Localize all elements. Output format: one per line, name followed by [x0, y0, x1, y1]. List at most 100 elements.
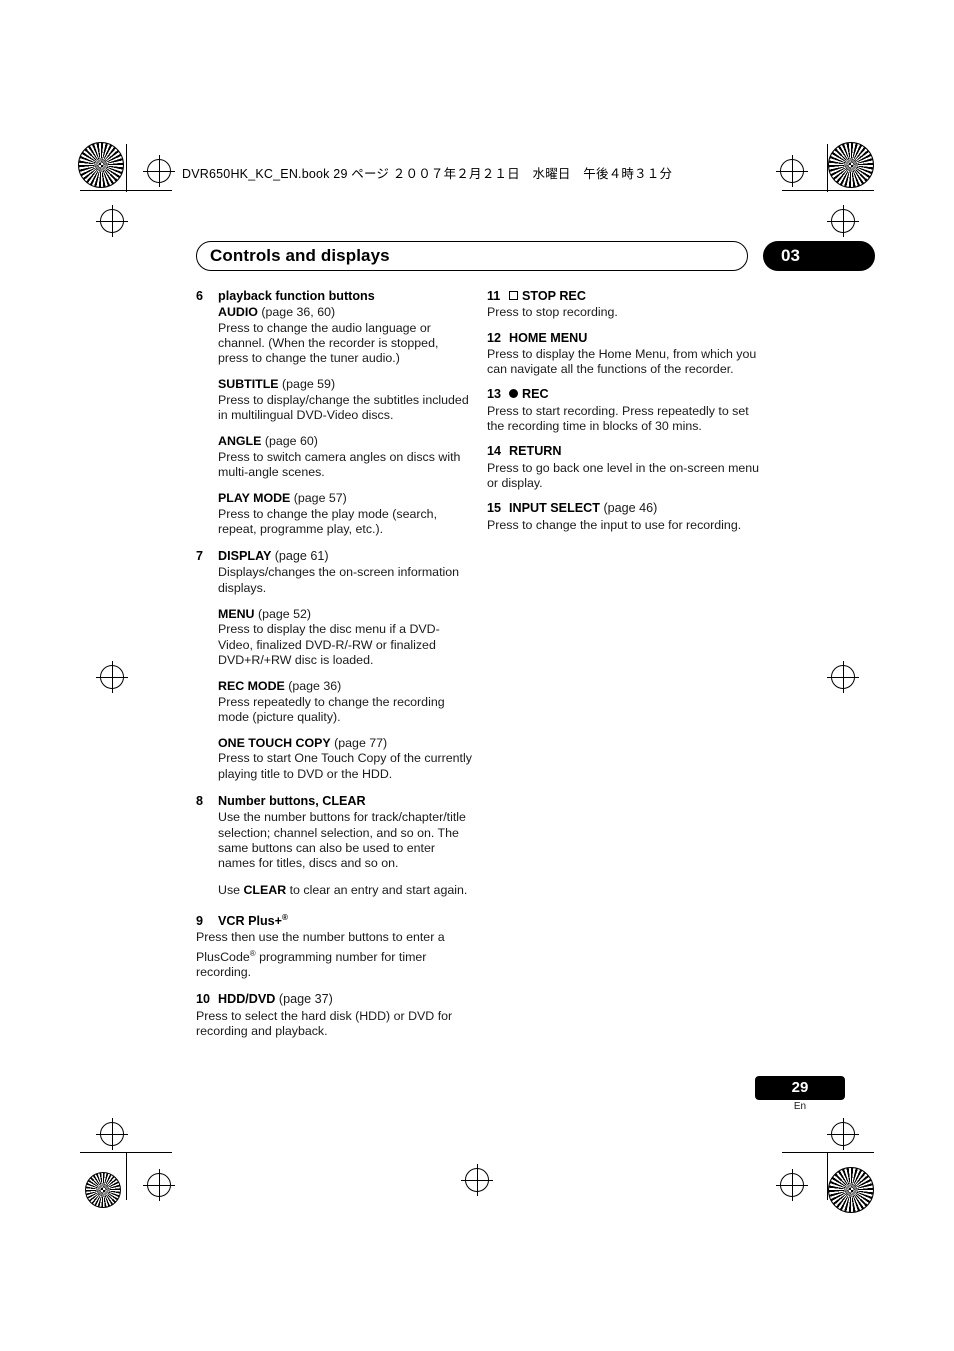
page-language-label: En — [793, 1101, 807, 1112]
entry-11-title: STOP REC — [522, 289, 586, 303]
crop-mark-bottom-left-horizontal — [80, 1152, 172, 1153]
subentry-subtitle-heading: SUBTITLE (page 59) — [218, 377, 472, 392]
chapter-number-badge: 03 — [763, 241, 875, 271]
subentry-play-mode-label: PLAY MODE — [218, 491, 291, 506]
registration-mark-mid-left — [96, 661, 128, 693]
entry-8-title: Number buttons, CLEAR — [218, 794, 366, 809]
entry-9-text: Press then use the number buttons to ent… — [196, 930, 472, 980]
entry-13-title: REC — [522, 387, 549, 402]
record-dot-icon — [509, 389, 518, 399]
entry-11-number: 11 — [487, 289, 501, 303]
entry-13-body: Press to start recording. Press repeated… — [487, 404, 763, 435]
entry-7: 7 DISPLAY (page 61) Displays/changes the … — [196, 549, 472, 782]
subentry-one-touch-copy-text: Press to start One Touch Copy of the cur… — [218, 751, 472, 781]
entry-10-body: Press to select the hard disk (HDD) or D… — [196, 1009, 472, 1040]
subentry-angle-heading: ANGLE (page 60) — [218, 434, 472, 449]
subentry-rec-mode: REC MODE (page 36) Press repeatedly to c… — [218, 679, 472, 725]
subentry-subtitle-page: (page 59) — [282, 377, 336, 392]
entry-13-number: 13 — [487, 387, 502, 402]
crop-mark-bottom-right-horizontal — [782, 1152, 874, 1153]
entry-8: 8 Number buttons, CLEAR Use the number bu… — [196, 794, 472, 898]
entry-14-body: Press to go back one level in the on-scr… — [487, 461, 763, 492]
entry-13-heading: 13 REC — [487, 387, 763, 402]
entry-15-title: INPUT SELECT — [509, 501, 600, 516]
registration-starburst-top-left — [78, 142, 124, 188]
entry-6-number: 6 — [196, 289, 204, 303]
registration-mark-mid-left-upper — [96, 205, 128, 237]
entry-9: 9 VCR Plus+® Press then use the number bu… — [196, 910, 472, 981]
crop-mark-top-right-vertical — [827, 144, 828, 192]
registration-mark-mid-right-upper — [827, 205, 859, 237]
book-filename-header: DVR650HK_KC_EN.book 29 ページ ２００７年２月２１日 水曜… — [182, 167, 673, 181]
subentry-menu-text: Press to display the disc menu if a DVD-… — [218, 622, 440, 667]
entry-6-heading: 6 playback function buttons — [196, 289, 472, 304]
subentry-menu: MENU (page 52) Press to display the disc… — [218, 607, 472, 668]
entry-9-title: VCR Plus+ — [218, 913, 283, 928]
subentry-one-touch-copy-heading: ONE TOUCH COPY (page 77) — [218, 736, 472, 751]
subentry-menu-label: MENU — [218, 607, 255, 622]
registration-mark-bottom-left — [143, 1169, 175, 1201]
entry-7-number: 7 — [196, 549, 204, 564]
subentry-menu-heading: MENU (page 52) — [218, 607, 472, 622]
entry-9-body: Press then use the number buttons to ent… — [196, 930, 472, 980]
entry-12-text: Press to display the Home Menu, from whi… — [487, 346, 757, 377]
entry-9-registered-mark: ® — [282, 912, 288, 922]
stop-square-icon — [509, 291, 518, 300]
entry-9-number: 9 — [196, 913, 204, 928]
crop-mark-top-right-horizontal — [782, 190, 874, 191]
subentry-rec-mode-heading: REC MODE (page 36) — [218, 679, 472, 694]
registration-mark-header-left — [143, 155, 175, 187]
registration-starburst-bottom-right — [828, 1167, 874, 1213]
entry-8-text-2-pre: Use — [218, 882, 244, 897]
page-title: Controls and displays — [210, 246, 390, 265]
subentry-audio-heading: AUDIO (page 36, 60) — [218, 305, 472, 320]
subentry-angle: ANGLE (page 60) Press to switch camera a… — [218, 434, 472, 480]
chapter-number-label: 03 — [781, 246, 800, 265]
right-text-column: 11 STOP REC Press to stop recording. 12 HO… — [487, 289, 763, 543]
page-number-label: 29 — [791, 1079, 809, 1096]
subentry-play-mode: PLAY MODE (page 57) Press to change the … — [218, 491, 472, 537]
subentry-subtitle-label: SUBTITLE — [218, 377, 279, 392]
entry-14-text: Press to go back one level in the on-scr… — [487, 460, 760, 490]
subentry-subtitle: SUBTITLE (page 59) Press to display/chan… — [218, 377, 472, 423]
entry-10-title: HDD/DVD — [218, 992, 276, 1007]
entry-12-body: Press to display the Home Menu, from whi… — [487, 347, 763, 378]
entry-12-number: 12 — [487, 330, 502, 345]
entry-7-body: Displays/changes the on-screen informati… — [218, 565, 472, 782]
entry-14: 14 RETURN Press to go back one level in t… — [487, 444, 763, 491]
entry-10-heading: 10 HDD/DVD (page 37) — [196, 992, 472, 1007]
registration-mark-mid-right — [827, 661, 859, 693]
entry-15: 15 INPUT SELECT (page 46) Press to change… — [487, 501, 763, 533]
clear-button-label: CLEAR — [243, 882, 287, 897]
entry-10-text: Press to select the hard disk (HDD) or D… — [196, 1008, 453, 1038]
entry-6-body: AUDIO (page 36, 60) Press to change the … — [218, 305, 472, 537]
subentry-play-mode-page: (page 57) — [293, 491, 347, 506]
entry-8-text-2: Use CLEAR to clear an entry and start ag… — [218, 883, 472, 898]
entry-15-number: 15 — [487, 501, 502, 516]
subentry-angle-label: ANGLE — [218, 434, 262, 449]
subentry-menu-page: (page 52) — [257, 607, 311, 622]
entry-12-title: HOME MENU — [509, 330, 588, 345]
registration-mark-lower-right — [827, 1118, 859, 1150]
subentry-angle-page: (page 60) — [264, 434, 318, 449]
entry-6: 6 playback function buttons AUDIO (page 3… — [196, 289, 472, 537]
entry-15-heading: 15 INPUT SELECT (page 46) — [487, 501, 763, 516]
subentry-one-touch-copy-page: (page 77) — [334, 736, 388, 751]
crop-mark-top-left-vertical — [126, 144, 127, 192]
entry-15-page: (page 46) — [603, 501, 658, 516]
entry-14-heading: 14 RETURN — [487, 444, 763, 459]
entry-15-body: Press to change the input to use for rec… — [487, 518, 763, 533]
entry-8-number: 8 — [196, 794, 204, 809]
page-number-badge: 29 — [755, 1076, 845, 1100]
subentry-rec-mode-text: Press repeatedly to change the recording… — [218, 694, 445, 724]
entry-15-text: Press to change the input to use for rec… — [487, 517, 742, 532]
crop-mark-bottom-right-vertical — [827, 1152, 828, 1200]
subentry-angle-text: Press to switch camera angles on discs w… — [218, 449, 461, 479]
crop-mark-bottom-left-vertical — [126, 1152, 127, 1200]
registration-mark-header-right — [776, 155, 808, 187]
entry-8-body: Use the number buttons for track/chapter… — [218, 810, 472, 897]
crop-mark-top-left-horizontal — [80, 190, 172, 191]
entry-7-title: DISPLAY — [218, 549, 272, 564]
entry-13: 13 REC Press to start recording. Press re… — [487, 387, 763, 434]
subentry-one-touch-copy: ONE TOUCH COPY (page 77) Press to start … — [218, 736, 472, 782]
